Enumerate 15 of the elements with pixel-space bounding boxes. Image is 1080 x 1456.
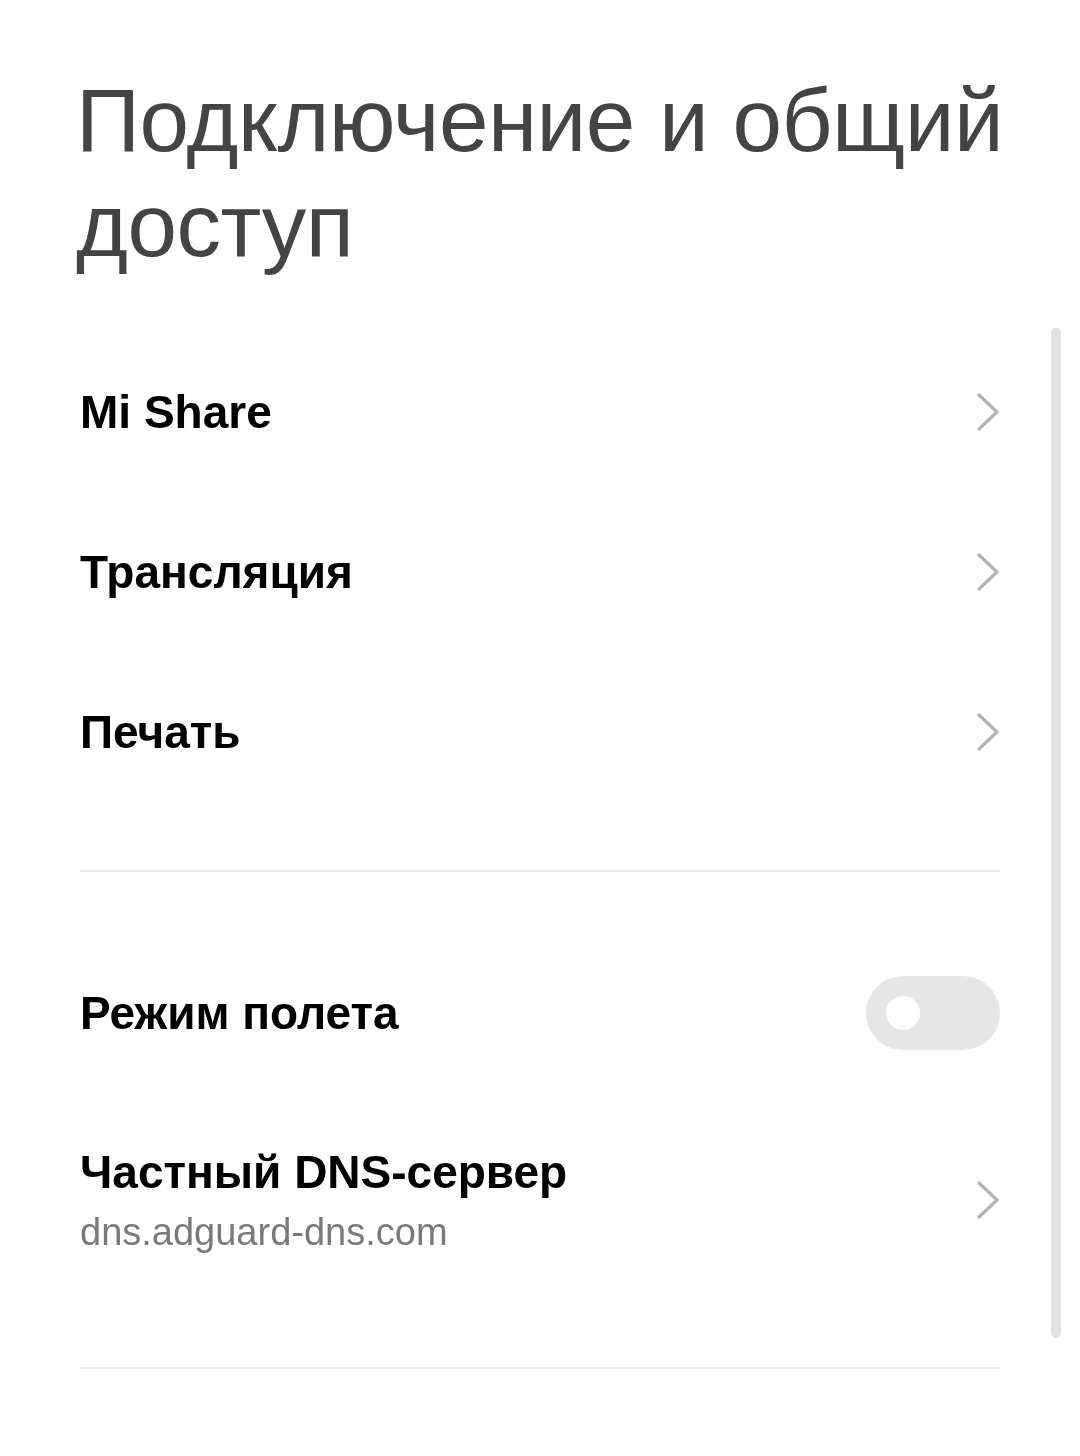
settings-item[interactable]: Частный DNS-сервер dns.adguard-dns.com — [80, 1093, 1000, 1307]
chevron-right-icon — [976, 552, 1000, 592]
settings-item[interactable]: Печать — [80, 652, 1000, 812]
chevron-right-icon — [976, 1180, 1000, 1220]
item-label: Частный DNS-сервер — [80, 1145, 568, 1200]
item-label: Трансляция — [80, 545, 353, 600]
settings-item[interactable]: Mi Share — [80, 332, 1000, 492]
page-title: Подключение и общий доступ — [76, 69, 1005, 277]
item-label: Печать — [80, 705, 241, 760]
chevron-right-icon — [976, 392, 1000, 432]
settings-item[interactable]: Трансляция — [80, 492, 1000, 652]
item-label: Режим полета — [80, 986, 399, 1041]
chevron-right-icon — [976, 712, 1000, 752]
item-label: Mi Share — [80, 385, 272, 440]
item-value: dns.adguard-dns.com — [80, 1210, 448, 1255]
